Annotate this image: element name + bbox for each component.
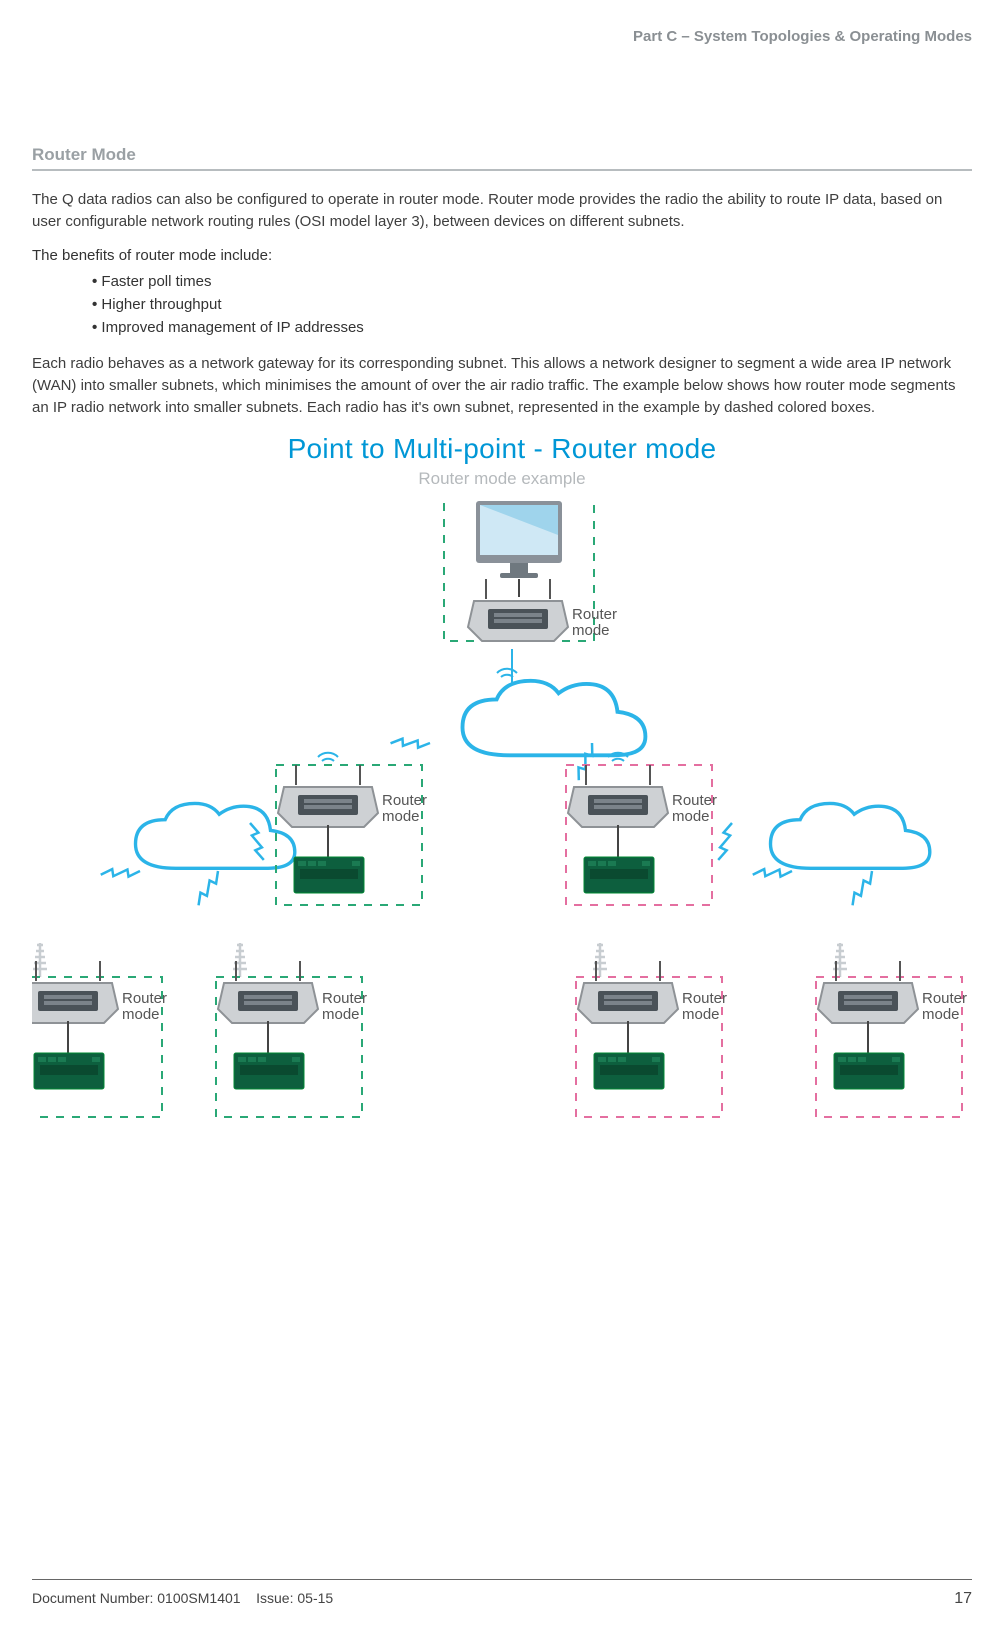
svg-text:mode: mode xyxy=(682,1006,720,1023)
header-part-label: Part C – System Topologies & Operating M… xyxy=(32,28,972,45)
benefits-list: Faster poll times Higher throughput Impr… xyxy=(92,270,972,340)
benefits-intro-text: The benefits of router mode include: xyxy=(32,247,972,264)
diagram-node-remote-1: Router mode xyxy=(32,943,167,1117)
cloud-center xyxy=(463,680,646,754)
svg-text:Router: Router xyxy=(672,792,717,809)
diagram-subtitle: Router mode example xyxy=(32,469,972,489)
section-title-router-mode: Router Mode xyxy=(32,145,972,171)
footer-document-number: Document Number: 0100SM1401 xyxy=(32,1590,241,1606)
paragraph-description: Each radio behaves as a network gateway … xyxy=(32,353,972,418)
topology-diagram: Router mode Router xyxy=(32,501,972,1181)
svg-text:Router: Router xyxy=(382,792,427,809)
svg-text:Router: Router xyxy=(682,990,727,1007)
diagram-node-remote-2: Router mode xyxy=(216,943,367,1117)
diagram-container: Point to Multi-point - Router mode Route… xyxy=(32,433,972,1181)
svg-text:mode: mode xyxy=(382,808,420,825)
page-footer: Document Number: 0100SM1401 Issue: 05-15… xyxy=(32,1579,972,1608)
svg-text:Router: Router xyxy=(922,990,967,1007)
diagram-title: Point to Multi-point - Router mode xyxy=(32,433,972,465)
diagram-node-repeater-left: Router mode xyxy=(276,752,427,904)
cloud-left xyxy=(136,803,295,868)
svg-text:mode: mode xyxy=(922,1006,960,1023)
diagram-node-repeater-right: Router mode xyxy=(566,752,717,904)
diagram-node-remote-3: Router mode xyxy=(576,943,727,1117)
cloud-right xyxy=(771,803,930,868)
diagram-node-remote-4: Router mode xyxy=(816,943,967,1117)
footer-page-number: 17 xyxy=(954,1590,972,1608)
diagram-node-master: Router mode xyxy=(444,501,617,641)
svg-text:mode: mode xyxy=(122,1006,160,1023)
list-item: Higher throughput xyxy=(92,293,972,316)
svg-text:mode: mode xyxy=(672,808,710,825)
svg-text:Router: Router xyxy=(572,606,617,623)
svg-text:Router: Router xyxy=(322,990,367,1007)
footer-issue: Issue: 05-15 xyxy=(256,1590,333,1606)
svg-text:Router: Router xyxy=(122,990,167,1007)
svg-text:mode: mode xyxy=(572,622,610,639)
svg-text:mode: mode xyxy=(322,1006,360,1023)
list-item: Faster poll times xyxy=(92,270,972,293)
list-item: Improved management of IP addresses xyxy=(92,316,972,339)
paragraph-intro: The Q data radios can also be configured… xyxy=(32,189,972,233)
